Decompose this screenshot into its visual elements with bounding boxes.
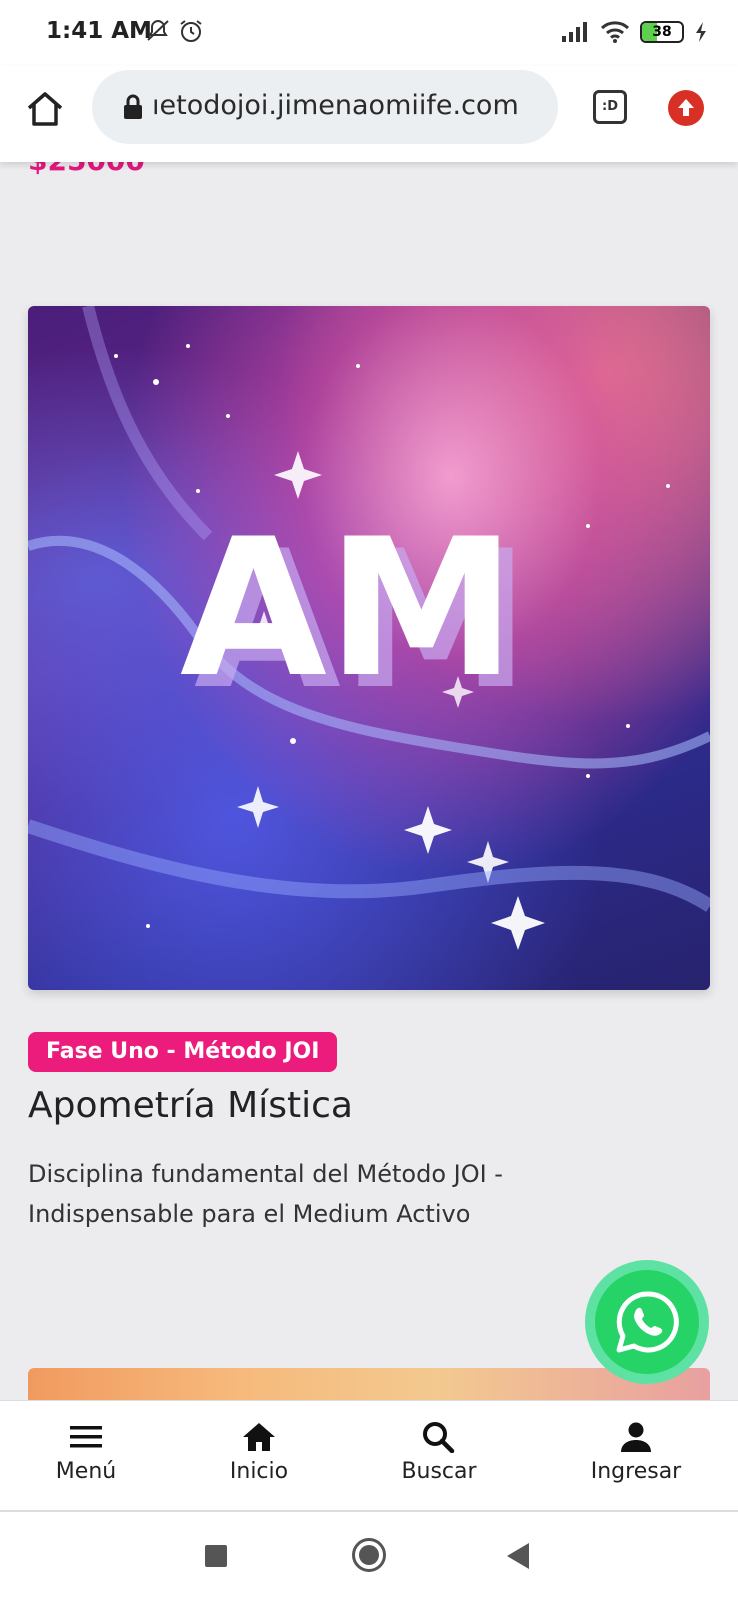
signal-icon: [562, 22, 587, 42]
update-button[interactable]: [668, 90, 704, 126]
address-bar[interactable]: ıetodojoi.jimenaomiife.com: [92, 70, 558, 144]
charging-icon: [696, 22, 706, 42]
search-icon: [423, 1422, 455, 1453]
nav-search[interactable]: Buscar: [359, 1421, 519, 1484]
course-image[interactable]: AM AM: [28, 306, 710, 990]
course-badge: Fase Uno - Método JOI: [28, 1032, 338, 1072]
nav-menu-label: Menú: [55, 1459, 117, 1484]
whatsapp-button[interactable]: [585, 1260, 709, 1384]
whatsapp-icon: [616, 1291, 679, 1353]
lock-icon: [124, 94, 142, 119]
status-bar: 1:41 AM 38: [0, 0, 738, 66]
back-button[interactable]: [507, 1543, 529, 1569]
nav-login-label: Ingresar: [590, 1459, 682, 1484]
tab-switcher-button[interactable]: :D: [593, 90, 627, 124]
mute-icon: [147, 19, 169, 41]
recents-button[interactable]: [205, 1545, 227, 1567]
home-system-button[interactable]: [352, 1538, 386, 1572]
logo-text: AM: [180, 498, 516, 719]
price-label: $25000: [28, 162, 145, 177]
wifi-icon: [600, 21, 630, 43]
nav-login[interactable]: Ingresar: [556, 1421, 716, 1484]
course-title[interactable]: Apometría Mística: [28, 1085, 353, 1126]
course-description: Disciplina fundamental del Método JOI - …: [28, 1160, 503, 1228]
home-icon: [243, 1423, 275, 1451]
nav-home[interactable]: Inicio: [179, 1421, 339, 1484]
system-navigation-bar: [0, 1512, 738, 1600]
alarm-icon: [180, 20, 202, 42]
browser-toolbar: ıetodojoi.jimenaomiife.com :D: [0, 66, 738, 162]
home-outline-icon: [27, 92, 63, 126]
arrow-up-icon: [678, 99, 694, 116]
battery-indicator: 38: [640, 21, 684, 43]
nav-home-label: Inicio: [229, 1459, 289, 1484]
status-left-icons: [145, 18, 204, 44]
browser-home-button[interactable]: [24, 88, 66, 130]
page-content: $25000 AM AM Fase Uno - Método JOI: [0, 162, 738, 1400]
user-icon: [621, 1422, 651, 1452]
status-time: 1:41 AM: [46, 18, 152, 44]
menu-icon: [70, 1426, 102, 1448]
nav-menu[interactable]: Menú: [6, 1421, 166, 1484]
status-right-icons: 38: [560, 20, 708, 44]
bottom-navigation: Menú Inicio Buscar Ingresar: [0, 1400, 738, 1512]
battery-level: 38: [652, 24, 672, 40]
url-text[interactable]: ıetodojoi.jimenaomiife.com: [152, 90, 552, 121]
nav-search-label: Buscar: [401, 1459, 477, 1484]
